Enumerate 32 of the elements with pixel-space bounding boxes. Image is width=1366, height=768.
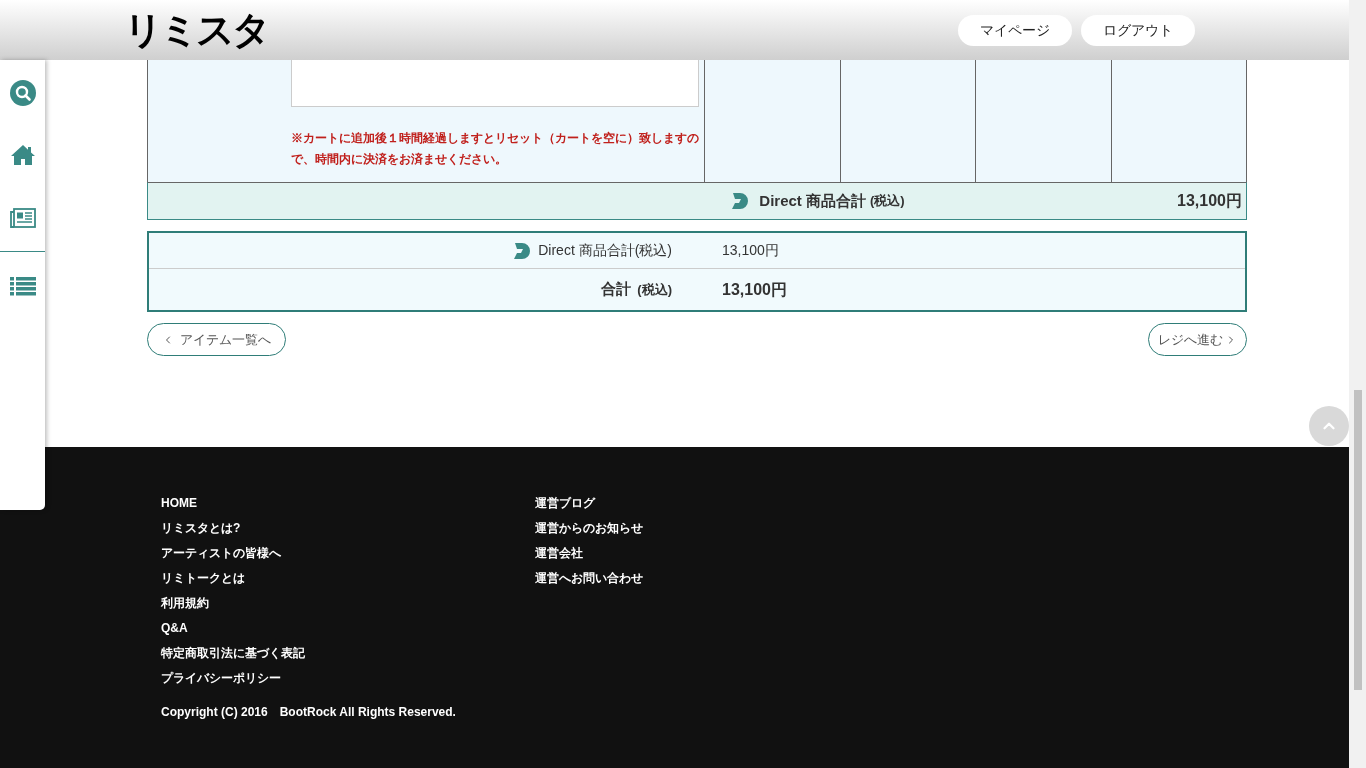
summary-amount: 13,100円: [722, 279, 787, 300]
footer-link[interactable]: アーティストの皆様へ: [161, 546, 281, 560]
scrollbar[interactable]: [1349, 0, 1366, 768]
site-logo[interactable]: リミスタ: [124, 11, 268, 49]
footer-link[interactable]: 運営へお問い合わせ: [535, 571, 643, 585]
footer-link[interactable]: HOME: [161, 496, 197, 510]
footer-link[interactable]: 利用規約: [161, 596, 209, 610]
header-button[interactable]: ログアウト: [1081, 14, 1195, 46]
summary-label: Direct 商品合計(税込): [538, 241, 672, 260]
cart-reset-note: ※カートに追加後１時間経過しますとリセット（カートを空に）致しますので、時間内に決済をお済ませください。: [291, 130, 699, 168]
summary-label: 合計: [601, 279, 632, 300]
summary-amount: 13,100円: [722, 241, 779, 260]
search-icon[interactable]: [9, 80, 36, 106]
list-icon[interactable]: [9, 276, 36, 296]
header-button[interactable]: マイページ: [958, 14, 1072, 46]
footer-link[interactable]: リミトークとは: [161, 571, 245, 585]
footer-link[interactable]: 特定商取引法に基づく表記: [161, 646, 305, 660]
footer-link[interactable]: プライバシーポリシー: [161, 671, 281, 685]
home-icon[interactable]: [9, 144, 36, 166]
subtotal-amount: 13,100円: [1176, 191, 1242, 211]
copyright: Copyright (C) 2016 BootRock All Rights Reserved.: [161, 704, 457, 721]
tax-note: (税込): [637, 280, 672, 299]
direct-logo-icon: [512, 240, 533, 261]
footer-link[interactable]: リミスタとは?: [161, 521, 241, 535]
subtotal-label: Direct 商品合計: [759, 190, 867, 211]
tax-note: (税込): [870, 192, 905, 211]
direct-logo-icon: [730, 191, 751, 211]
newspaper-icon[interactable]: [9, 208, 36, 228]
footer-link[interactable]: 運営からのお知らせ: [535, 521, 643, 535]
footer-link[interactable]: 運営会社: [535, 546, 583, 560]
footer-link[interactable]: Q&A: [161, 621, 188, 635]
footer-link[interactable]: 運営ブログ: [535, 496, 595, 510]
